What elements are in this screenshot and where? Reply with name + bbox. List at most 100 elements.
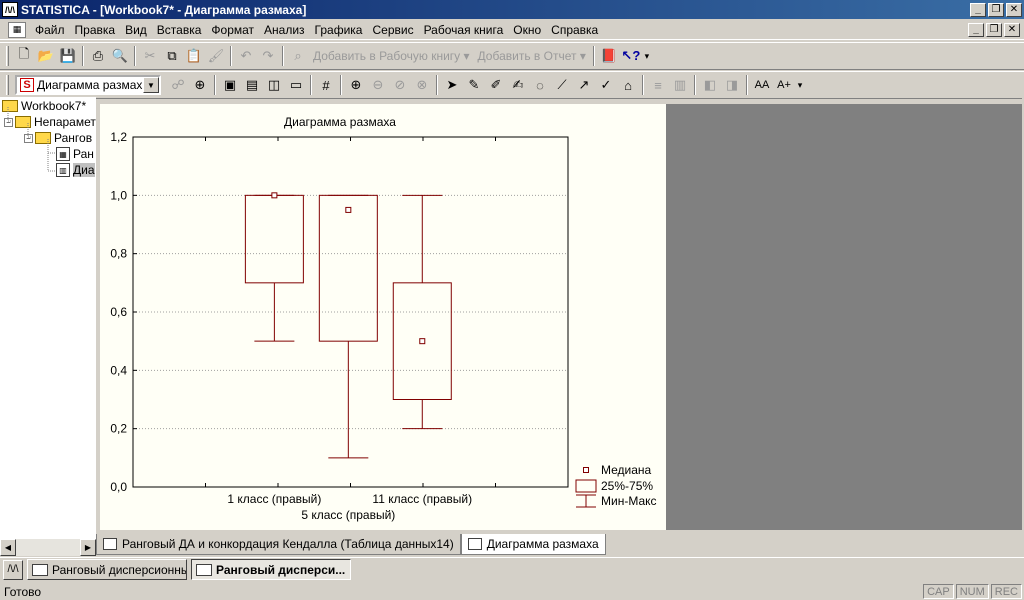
- format-painter-icon[interactable]: 🖌: [205, 45, 227, 67]
- add-to-workbook-label: Добавить в Рабочую книгу: [313, 49, 461, 63]
- line-style-icon[interactable]: ≡: [647, 74, 669, 96]
- y-tick-label: 0,4: [110, 363, 127, 377]
- circle-tool-icon[interactable]: ◌: [529, 74, 551, 96]
- toolbar-grip[interactable]: [6, 75, 9, 95]
- menu-graphics[interactable]: Графика: [310, 23, 368, 37]
- save-icon[interactable]: 💾: [57, 45, 79, 67]
- arrow-tool-icon[interactable]: ↗: [573, 74, 595, 96]
- print-icon[interactable]: ⎙: [87, 45, 109, 67]
- menu-help[interactable]: Справка: [546, 23, 603, 37]
- undo-icon[interactable]: ↶: [235, 45, 257, 67]
- line-tool-icon[interactable]: ⟋: [551, 74, 573, 96]
- print-preview-icon[interactable]: 🔍: [109, 45, 131, 67]
- menu-file[interactable]: Файл: [30, 23, 70, 37]
- book-icon[interactable]: 📕: [598, 45, 620, 67]
- chevron-down-icon[interactable]: ▾: [795, 74, 805, 96]
- statistica-s-icon: S: [20, 78, 34, 92]
- paste-icon[interactable]: 📋: [183, 45, 205, 67]
- window-button-analysis[interactable]: Ранговый дисперсионны...: [27, 559, 187, 580]
- new-file-icon[interactable]: 🗋: [13, 45, 35, 67]
- box-2: [318, 194, 378, 459]
- statistica-icon[interactable]: /\/\: [2, 2, 18, 17]
- x-category-label: 11 класс (правый): [372, 492, 472, 506]
- zoom-out-icon[interactable]: ⊖: [367, 74, 389, 96]
- menu-format[interactable]: Формат: [206, 23, 259, 37]
- legend-median-marker: [583, 467, 589, 473]
- fill-pattern-icon[interactable]: ▥: [669, 74, 691, 96]
- menu-analysis[interactable]: Анализ: [259, 23, 310, 37]
- grid-icon[interactable]: #: [315, 74, 337, 96]
- tree-horizontal-scrollbar[interactable]: ◀ ▶: [0, 539, 96, 556]
- draw-tool-icon[interactable]: ✎: [463, 74, 485, 96]
- lock-icon[interactable]: ⌂: [617, 74, 639, 96]
- close-button[interactable]: ✕: [1006, 2, 1022, 17]
- box-1: [244, 192, 304, 342]
- toolbar-separator: [82, 46, 84, 66]
- zoom-fit-icon[interactable]: ⊘: [389, 74, 411, 96]
- graph-options-icon[interactable]: ▣: [219, 74, 241, 96]
- text-box-icon[interactable]: ✐: [485, 74, 507, 96]
- menu-view[interactable]: Вид: [120, 23, 152, 37]
- y-tick-label: 0,2: [110, 422, 127, 436]
- median-marker: [271, 192, 278, 199]
- y-axis: 0,0 0,2 0,4 0,6 0,8 1,0 1,2: [110, 130, 496, 494]
- toolbar-grip[interactable]: [6, 46, 9, 66]
- tab-data-table[interactable]: Ранговый ДА и конкордация Кендалла (Табл…: [96, 534, 461, 555]
- graph-selector-dropdown[interactable]: S Диаграмма размах... ▼: [15, 75, 161, 95]
- scroll-left-button[interactable]: ◀: [0, 539, 16, 556]
- toolbar-separator: [134, 46, 136, 66]
- annotation-icon[interactable]: ✍: [507, 74, 529, 96]
- statistica-icon[interactable]: /\/\: [3, 559, 23, 580]
- bring-front-icon[interactable]: ◧: [699, 74, 721, 96]
- toolbar-separator: [746, 75, 748, 95]
- minimize-button[interactable]: _: [970, 2, 986, 17]
- tab-boxplot[interactable]: Диаграмма размаха: [460, 534, 606, 555]
- brush-icon[interactable]: ☍: [167, 74, 189, 96]
- cut-icon[interactable]: ✂: [139, 45, 161, 67]
- pointer-icon[interactable]: ➤: [441, 74, 463, 96]
- zoom-in-icon[interactable]: ⊕: [345, 74, 367, 96]
- menu-window[interactable]: Окно: [508, 23, 546, 37]
- window-button-active[interactable]: Ранговый дисперси...: [191, 559, 351, 580]
- menu-tools[interactable]: Сервис: [367, 23, 418, 37]
- toolbar-separator: [436, 75, 438, 95]
- document-icon[interactable]: ▦: [8, 21, 26, 38]
- zoom-reset-icon[interactable]: ⊗: [411, 74, 433, 96]
- check-tool-icon[interactable]: ✓: [595, 74, 617, 96]
- y-tick-label: 0,0: [110, 480, 127, 494]
- graph-data-icon[interactable]: ▤: [241, 74, 263, 96]
- menu-bar: ▦ Файл Правка Вид Вставка Формат Анализ …: [0, 20, 1024, 40]
- standard-toolbar: 🗋 📂 💾 ⎙ 🔍 ✂ ⧉ 📋 🖌 ↶ ↷ ⌕ Добавить в Рабоч…: [0, 42, 1024, 70]
- find-binoculars-icon[interactable]: ⌕: [287, 45, 309, 67]
- toolbar-separator: [214, 75, 216, 95]
- menu-insert[interactable]: Вставка: [152, 23, 207, 37]
- doc-minimize-button[interactable]: _: [968, 23, 984, 37]
- tab-label: Диаграмма размаха: [486, 537, 599, 551]
- boxes[interactable]: [244, 192, 452, 459]
- toolbar-separator: [592, 46, 595, 66]
- restore-button[interactable]: ❐: [988, 2, 1004, 17]
- help-pointer-icon[interactable]: ↖?: [620, 45, 642, 67]
- chevron-down-icon[interactable]: ▼: [143, 77, 159, 93]
- menu-workbook[interactable]: Рабочая книга: [419, 23, 509, 37]
- legend-entry: Мин-Макс: [601, 494, 657, 508]
- add-to-report-button[interactable]: Добавить в Отчет ▾: [474, 49, 590, 63]
- copy-icon[interactable]: ⧉: [161, 45, 183, 67]
- zoom-region-icon[interactable]: ⊕: [189, 74, 211, 96]
- redo-icon[interactable]: ↷: [257, 45, 279, 67]
- graph-layout-icon[interactable]: ◫: [263, 74, 285, 96]
- chart-legend: Медиана 25%-75%Мин-Макс: [575, 463, 657, 508]
- menu-edit[interactable]: Правка: [70, 23, 121, 37]
- chevron-down-icon[interactable]: ▾: [642, 45, 652, 67]
- send-back-icon[interactable]: ◨: [721, 74, 743, 96]
- doc-restore-button[interactable]: ❐: [986, 23, 1002, 37]
- graph-window-icon[interactable]: ▭: [285, 74, 307, 96]
- scroll-right-button[interactable]: ▶: [80, 539, 96, 556]
- add-to-workbook-button[interactable]: Добавить в Рабочую книгу ▾: [309, 49, 474, 63]
- doc-close-button[interactable]: ✕: [1004, 23, 1020, 37]
- font-size-icon[interactable]: AA: [751, 74, 773, 96]
- boxplot-chart[interactable]: Диаграмма размаха 0,00,20,40,60,81,01,2 …: [100, 104, 666, 530]
- font-style-icon[interactable]: A+: [773, 74, 795, 96]
- chart-pane[interactable]: Диаграмма размаха 0,0 0,2 0,4 0,6 0,8 1,0 1,2 …: [100, 104, 666, 530]
- open-folder-icon[interactable]: 📂: [35, 45, 57, 67]
